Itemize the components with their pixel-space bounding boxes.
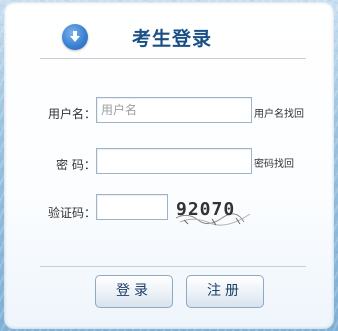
login-button[interactable]: 登录 xyxy=(95,275,173,308)
captcha-label: 验证码： xyxy=(48,206,97,220)
login-panel: 考生登录 用户名： 用户名 用户名找回 密 码： 密码找回 验证码： 92070… xyxy=(4,2,334,329)
username-recover-link[interactable]: 用户名找回 xyxy=(254,105,304,120)
captcha-input[interactable] xyxy=(96,194,168,220)
page-title: 考生登录 xyxy=(132,28,213,50)
captcha-text: 92070 xyxy=(176,199,235,220)
bottom-divider xyxy=(40,266,306,267)
register-button[interactable]: 注册 xyxy=(186,275,264,308)
username-input[interactable]: 用户名 xyxy=(96,97,252,123)
panel-header: 考生登录 xyxy=(62,20,282,52)
password-recover-link[interactable]: 密码找回 xyxy=(254,155,294,170)
down-arrow-circle-icon xyxy=(62,24,88,50)
password-input[interactable] xyxy=(96,148,252,174)
top-divider xyxy=(40,58,306,59)
username-label: 用户名： xyxy=(48,107,97,121)
password-label: 密 码： xyxy=(56,158,96,172)
captcha-image[interactable]: 92070 xyxy=(174,196,256,226)
